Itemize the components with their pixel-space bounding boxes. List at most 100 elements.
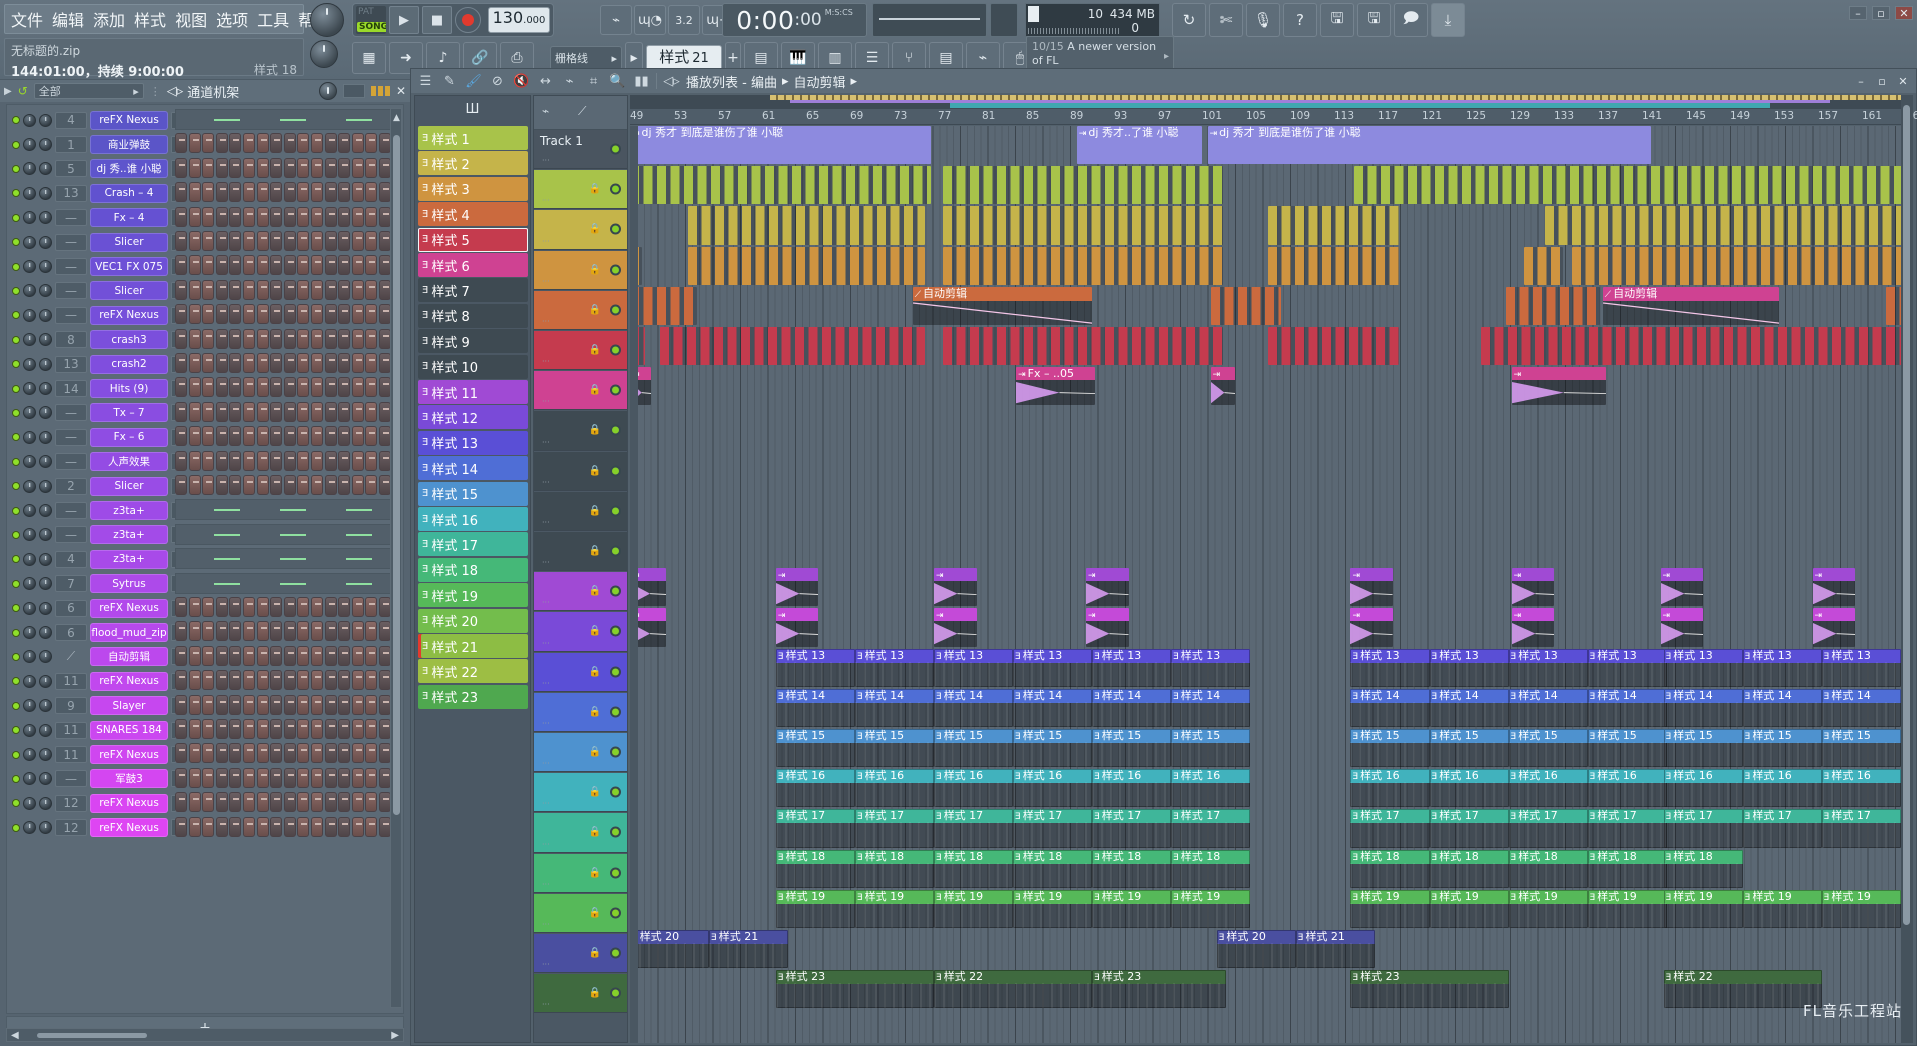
step-button[interactable] <box>338 767 351 788</box>
step-button[interactable] <box>242 206 255 227</box>
step-button[interactable] <box>351 401 364 422</box>
step-button[interactable] <box>310 645 323 666</box>
playlist-minimap[interactable] <box>630 95 1913 109</box>
playlist-pattern-clip[interactable]: Ǝ样式 19 <box>1508 889 1588 928</box>
step-button[interactable] <box>297 157 310 178</box>
channel-volume-knob[interactable] <box>39 211 52 225</box>
pattern-list-item[interactable]: Ǝ 样式 20 <box>418 608 528 633</box>
step-button[interactable] <box>324 743 337 764</box>
step-sequencer-row[interactable] <box>175 548 397 570</box>
channel-volume-knob[interactable] <box>39 577 52 591</box>
channel-pan-knob[interactable] <box>23 504 36 518</box>
step-button[interactable] <box>365 328 378 349</box>
channel-mute-led[interactable] <box>12 360 20 369</box>
step-button[interactable] <box>242 182 255 203</box>
step-button[interactable] <box>351 743 364 764</box>
channel-name-button[interactable]: reFX Nexus <box>90 671 168 691</box>
step-button[interactable] <box>351 816 364 837</box>
step-button[interactable] <box>297 450 310 471</box>
channel-volume-knob[interactable] <box>39 772 52 786</box>
playlist-clip[interactable]: ⇥ <box>1350 608 1394 647</box>
track-enable-led[interactable] <box>610 746 621 758</box>
step-button[interactable] <box>175 792 187 813</box>
playlist-clip[interactable]: ⇥ <box>1511 568 1555 607</box>
channel-mixer-slot[interactable]: 13 <box>55 184 87 202</box>
step-button[interactable] <box>188 206 201 227</box>
step-button[interactable] <box>310 792 323 813</box>
step-button[interactable] <box>351 133 364 154</box>
step-button[interactable] <box>270 377 283 398</box>
step-button[interactable] <box>365 255 378 276</box>
lock-icon[interactable]: 🔒 <box>589 385 601 396</box>
playlist-pattern-clip[interactable]: Ǝ样式 15 <box>1821 729 1901 768</box>
channel-name-button[interactable]: reFX Nexus <box>90 598 168 618</box>
track-enable-led[interactable] <box>610 183 621 195</box>
step-button[interactable] <box>270 597 283 617</box>
playlist-pattern-clip[interactable]: Ǝ样式 15 <box>1742 729 1822 768</box>
playlist-pattern-clip[interactable]: Ǝ样式 15 <box>775 729 855 768</box>
playlist-pattern-clip[interactable]: Ǝ样式 16 <box>1508 769 1588 808</box>
step-button[interactable] <box>229 182 242 203</box>
playlist-pattern-clip[interactable]: Ǝ样式 19 <box>1092 889 1172 928</box>
playlist-pattern-clip[interactable]: Ǝ样式 15 <box>1663 729 1743 768</box>
channel-volume-knob[interactable] <box>39 650 52 664</box>
playlist-clip[interactable]: ⇥dj 秀才 到底是谁伤了谁 小聪 <box>1207 126 1652 165</box>
step-button[interactable] <box>283 426 296 447</box>
step-button[interactable] <box>215 328 228 349</box>
channel-volume-knob[interactable] <box>39 479 52 493</box>
step-button[interactable] <box>324 450 337 471</box>
channel-volume-knob[interactable] <box>39 357 52 371</box>
delete-tool-icon[interactable]: ⊘ <box>488 72 507 91</box>
playlist-clip[interactable]: ⇥ <box>1660 568 1704 607</box>
menu-item-add[interactable]: 添加 <box>93 7 125 31</box>
playlist-clip[interactable]: ⇥ <box>1086 568 1129 607</box>
lock-icon[interactable]: 🔒 <box>589 948 601 959</box>
step-button[interactable] <box>297 792 310 813</box>
step-button[interactable] <box>175 133 187 154</box>
count-in-icon[interactable]: 3.2 <box>668 5 700 35</box>
step-button[interactable] <box>365 353 378 373</box>
step-button[interactable] <box>242 670 255 691</box>
pattern-list-item[interactable]: Ǝ 样式 11 <box>418 380 528 404</box>
channel-volume-knob[interactable] <box>39 308 52 322</box>
step-button[interactable] <box>338 475 351 495</box>
step-button[interactable] <box>229 597 242 617</box>
playlist-pattern-clip[interactable]: Ǝ样式 17 <box>1663 809 1743 848</box>
step-button[interactable] <box>283 328 296 349</box>
step-button[interactable] <box>270 450 283 471</box>
step-button[interactable] <box>229 792 242 813</box>
step-button[interactable] <box>365 816 378 837</box>
step-button[interactable] <box>175 377 187 398</box>
playlist-clip[interactable] <box>1268 327 1400 366</box>
slip-tool-icon[interactable]: ↔ <box>536 72 555 91</box>
step-button[interactable] <box>310 157 323 178</box>
step-button[interactable] <box>188 719 201 739</box>
playlist-clip[interactable] <box>1572 246 1913 285</box>
channel-mixer-slot[interactable]: — <box>55 770 87 788</box>
step-button[interactable] <box>202 597 215 617</box>
step-button[interactable] <box>229 450 242 471</box>
channel-pan-knob[interactable] <box>23 162 36 176</box>
metronome-icon[interactable]: ⌁ <box>600 5 632 35</box>
step-button[interactable] <box>297 670 310 691</box>
channel-mute-led[interactable] <box>12 213 20 222</box>
step-button[interactable] <box>202 401 215 422</box>
step-sequencer-row[interactable] <box>175 182 401 203</box>
step-button[interactable] <box>324 157 337 178</box>
pattern-list-item[interactable]: Ǝ 样式 2 <box>418 151 528 176</box>
step-sequencer-row[interactable] <box>175 523 397 545</box>
step-button[interactable] <box>270 743 283 764</box>
channel-mixer-slot[interactable]: 11 <box>55 721 87 739</box>
step-button[interactable] <box>283 304 296 325</box>
step-button[interactable] <box>324 645 337 666</box>
step-button[interactable] <box>242 597 255 617</box>
pattern-list-item[interactable]: Ǝ 样式 9 <box>418 329 528 354</box>
channel-pan-knob[interactable] <box>23 260 36 274</box>
playlist-pattern-clip[interactable]: Ǝ样式 13 <box>1821 648 1901 687</box>
step-button[interactable] <box>256 719 269 739</box>
channel-volume-knob[interactable] <box>39 284 52 298</box>
step-button[interactable] <box>283 157 296 178</box>
lock-icon[interactable]: 🔒 <box>589 345 601 356</box>
playlist-clip[interactable]: ⟋ 自动剪辑 <box>912 286 1093 325</box>
channel-name-button[interactable]: reFX Nexus <box>90 793 168 813</box>
